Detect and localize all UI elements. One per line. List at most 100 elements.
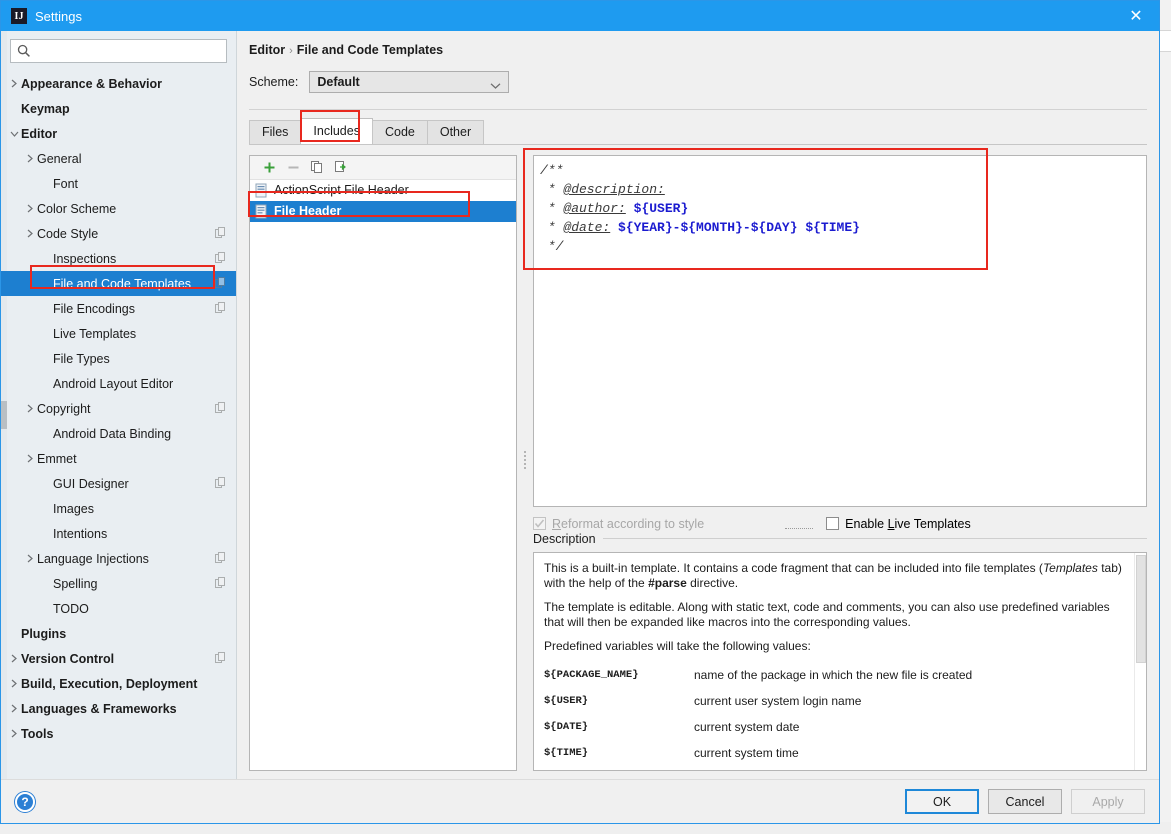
desc-p1-c: directive. <box>686 575 739 590</box>
apply-button[interactable]: Apply <box>1071 789 1145 814</box>
template-editor-code: /** * @description: * @author: ${USER} *… <box>534 156 1146 256</box>
template-list: ActionScript File Header File Header <box>250 180 516 770</box>
sidebar-item-android-layout-editor[interactable]: Android Layout Editor <box>1 371 236 396</box>
code-var-user: ${USER} <box>633 200 689 216</box>
sidebar-item-intentions[interactable]: Intentions <box>1 521 236 546</box>
sidebar-item-todo[interactable]: TODO <box>1 596 236 621</box>
variable-name: ${TIME} <box>544 746 589 759</box>
reset-template-button[interactable] <box>329 157 353 177</box>
chevron-right-icon[interactable] <box>7 704 21 713</box>
chevron-right-icon[interactable] <box>23 454 37 463</box>
breadcrumb-root[interactable]: Editor <box>249 43 285 57</box>
search-input[interactable] <box>35 40 224 62</box>
sidebar-item-tools[interactable]: Tools <box>1 721 236 746</box>
chevron-right-icon[interactable] <box>23 154 37 163</box>
chevron-down-icon[interactable] <box>7 130 21 138</box>
breadcrumb-separator-icon: › <box>289 45 293 57</box>
chevron-right-icon[interactable] <box>7 79 21 88</box>
sidebar-item-keymap[interactable]: Keymap <box>1 96 236 121</box>
sidebar-item-label: Inspections <box>53 251 117 266</box>
sidebar-item-label: Build, Execution, Deployment <box>21 676 198 691</box>
code-line-5: */ <box>540 238 564 254</box>
chevron-right-icon[interactable] <box>23 204 37 213</box>
template-editor[interactable]: /** * @description: * @author: ${USER} *… <box>533 154 1147 507</box>
sidebar-item-label: Appearance & Behavior <box>21 76 163 91</box>
list-item[interactable]: File Header <box>250 200 516 222</box>
sidebar-item-color-scheme[interactable]: Color Scheme <box>1 196 236 221</box>
search-box[interactable] <box>10 39 227 63</box>
tab-other[interactable]: Other <box>426 119 485 144</box>
tab-code[interactable]: Code <box>371 119 428 144</box>
table-row: ${USER} current user system login name <box>544 689 1128 715</box>
sidebar-item-font[interactable]: Font <box>1 171 236 196</box>
copy-settings-icon <box>215 277 226 288</box>
settings-sidebar: Appearance & Behavior Keymap Editor General… <box>1 31 237 779</box>
settings-tree: Appearance & Behavior Keymap Editor General… <box>1 69 236 779</box>
copy-template-button[interactable] <box>305 157 329 177</box>
tab-files[interactable]: Files <box>249 119 302 144</box>
sidebar-item-label: Emmet <box>37 451 77 466</box>
chevron-right-icon[interactable] <box>7 729 21 738</box>
copy-settings-icon <box>215 552 226 563</box>
sidebar-item-label: GUI Designer <box>53 476 129 491</box>
sidebar-item-label: Language Injections <box>37 551 149 566</box>
sidebar-item-general[interactable]: General <box>1 146 236 171</box>
sidebar-item-version-control[interactable]: Version Control <box>1 646 236 671</box>
sidebar-item-inspections[interactable]: Inspections <box>1 246 236 271</box>
description-scrollbar[interactable] <box>1134 552 1146 771</box>
code-line-4-tag: @date: <box>563 219 611 235</box>
sidebar-item-label: General <box>37 151 82 166</box>
sidebar-item-editor[interactable]: Editor <box>1 121 236 146</box>
sidebar-item-spelling[interactable]: Spelling <box>1 571 236 596</box>
code-line-4-prefix: * <box>540 219 564 235</box>
sidebar-item-emmet[interactable]: Emmet <box>1 446 236 471</box>
sidebar-item-images[interactable]: Images <box>1 496 236 521</box>
sidebar-item-gui-designer[interactable]: GUI Designer <box>1 471 236 496</box>
sidebar-item-live-templates[interactable]: Live Templates <box>1 321 236 346</box>
sidebar-item-file-types[interactable]: File Types <box>1 346 236 371</box>
sidebar-item-language-injections[interactable]: Language Injections <box>1 546 236 571</box>
add-template-button[interactable] <box>257 157 281 177</box>
cancel-button[interactable]: Cancel <box>988 789 1062 814</box>
chevron-right-icon[interactable] <box>23 554 37 563</box>
close-icon[interactable]: ✕ <box>1113 1 1159 31</box>
sidebar-item-plugins[interactable]: Plugins <box>1 621 236 646</box>
description-legend-line <box>602 538 1147 540</box>
description-scrollbar-thumb[interactable] <box>1136 554 1146 663</box>
sidebar-item-label: TODO <box>53 601 89 616</box>
ok-button[interactable]: OK <box>905 789 979 814</box>
variable-description: current system time <box>694 745 799 760</box>
sidebar-item-copyright[interactable]: Copyright <box>1 396 236 421</box>
chevron-right-icon[interactable] <box>7 654 21 663</box>
description-paragraph-2: The template is editable. Along with sta… <box>544 599 1110 629</box>
sidebar-item-android-data-binding[interactable]: Android Data Binding <box>1 421 236 446</box>
sidebar-item-appearance-behavior[interactable]: Appearance & Behavior <box>1 71 236 96</box>
predefined-variables-table: ${PACKAGE_NAME} name of the package in wh… <box>544 663 1128 770</box>
scheme-select[interactable]: Default <box>309 71 510 93</box>
tab-includes[interactable]: Includes <box>300 117 373 144</box>
variable-name: ${YEAR} <box>544 767 694 770</box>
code-var-day: ${DAY} <box>750 219 798 235</box>
chevron-right-icon[interactable] <box>23 404 37 413</box>
section-divider <box>249 109 1147 110</box>
remove-template-button[interactable] <box>281 157 305 177</box>
sidebar-item-file-encodings[interactable]: File Encodings <box>1 296 236 321</box>
panel-splitter[interactable] <box>517 155 533 771</box>
help-icon[interactable]: ? <box>15 791 35 812</box>
copy-settings-icon <box>215 577 226 588</box>
sidebar-item-languages-frameworks[interactable]: Languages & Frameworks <box>1 696 236 721</box>
chevron-down-icon <box>490 79 501 93</box>
copy-settings-icon <box>215 652 226 663</box>
list-item[interactable]: ActionScript File Header <box>250 180 516 201</box>
code-line-1: /** <box>540 162 564 178</box>
chevron-right-icon[interactable] <box>7 679 21 688</box>
sidebar-item-file-and-code-templates[interactable]: File and Code Templates <box>1 271 236 296</box>
description-paragraph-3: Predefined variables will take the follo… <box>544 638 811 653</box>
description-legend: Description <box>533 529 1147 549</box>
variable-description: current year <box>694 767 1128 770</box>
sidebar-item-code-style[interactable]: Code Style <box>1 221 236 246</box>
dialog-title: Settings <box>35 8 82 24</box>
list-item-label: File Header <box>274 204 342 219</box>
sidebar-item-build-execution-deployment[interactable]: Build, Execution, Deployment <box>1 671 236 696</box>
chevron-right-icon[interactable] <box>23 229 37 238</box>
